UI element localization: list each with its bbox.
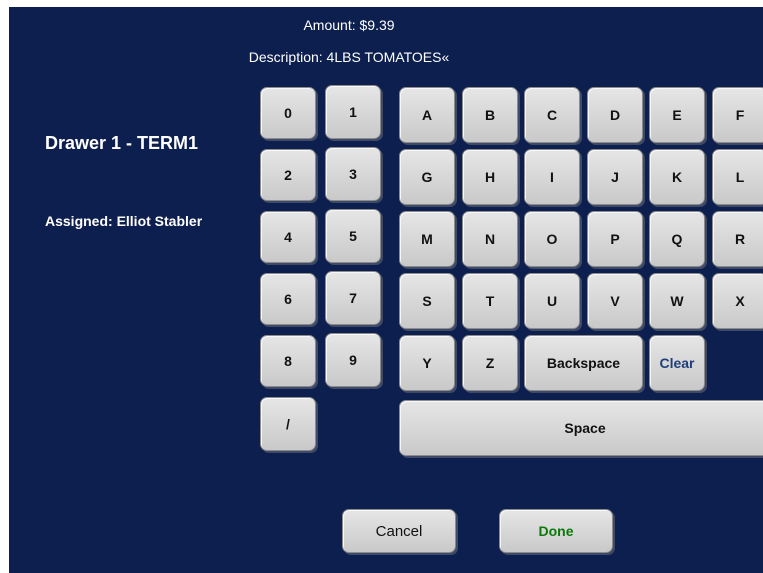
clear-button[interactable]: Clear xyxy=(649,335,705,391)
key-z[interactable]: Z xyxy=(462,335,518,391)
pos-screen: Amount: $9.39 Description: 4LBS TOMATOES… xyxy=(9,7,763,573)
key-3[interactable]: 3 xyxy=(325,147,381,201)
key-r[interactable]: R xyxy=(712,211,763,267)
cancel-button[interactable]: Cancel xyxy=(342,509,456,553)
assigned-label: Assigned: Elliot Stabler xyxy=(45,213,203,229)
key-p[interactable]: P xyxy=(587,211,643,267)
done-button[interactable]: Done xyxy=(499,509,613,553)
key-1[interactable]: 1 xyxy=(325,85,381,139)
key-g[interactable]: G xyxy=(399,149,455,205)
key-j[interactable]: J xyxy=(587,149,643,205)
key-d[interactable]: D xyxy=(587,87,643,143)
key-4[interactable]: 4 xyxy=(260,211,316,263)
key-q[interactable]: Q xyxy=(649,211,705,267)
key-0[interactable]: 0 xyxy=(260,87,316,139)
key-s[interactable]: S xyxy=(399,273,455,329)
amount-label: Amount: $9.39 xyxy=(303,17,395,33)
key-l[interactable]: L xyxy=(712,149,763,205)
key-5[interactable]: 5 xyxy=(325,209,381,263)
space-button[interactable]: Space xyxy=(399,400,763,456)
key-2[interactable]: 2 xyxy=(260,149,316,201)
key-e[interactable]: E xyxy=(649,87,705,143)
key-k[interactable]: K xyxy=(649,149,705,205)
key-8[interactable]: 8 xyxy=(260,335,316,387)
key-w[interactable]: W xyxy=(649,273,705,329)
key-y[interactable]: Y xyxy=(399,335,455,391)
backspace-button[interactable]: Backspace xyxy=(524,335,643,391)
key-9[interactable]: 9 xyxy=(325,333,381,387)
key-o[interactable]: O xyxy=(524,211,580,267)
key-f[interactable]: F xyxy=(712,87,763,143)
key-c[interactable]: C xyxy=(524,87,580,143)
drawer-title: Drawer 1 - TERM1 xyxy=(45,133,199,153)
key-7[interactable]: 7 xyxy=(325,271,381,325)
key-slash[interactable]: / xyxy=(260,397,316,451)
key-t[interactable]: T xyxy=(462,273,518,329)
description-label: Description: 4LBS TOMATOES« xyxy=(248,49,450,65)
key-m[interactable]: M xyxy=(399,211,455,267)
key-u[interactable]: U xyxy=(524,273,580,329)
key-h[interactable]: H xyxy=(462,149,518,205)
key-b[interactable]: B xyxy=(462,87,518,143)
key-6[interactable]: 6 xyxy=(260,273,316,325)
key-v[interactable]: V xyxy=(587,273,643,329)
key-n[interactable]: N xyxy=(462,211,518,267)
key-a[interactable]: A xyxy=(399,87,455,143)
key-x[interactable]: X xyxy=(712,273,763,329)
key-i[interactable]: I xyxy=(524,149,580,205)
